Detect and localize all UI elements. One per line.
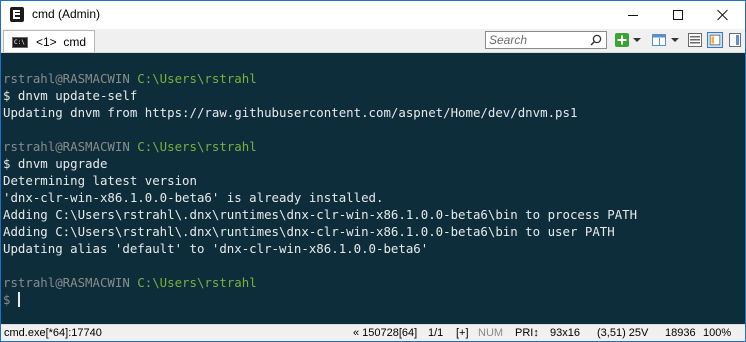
maximize-button[interactable] (655, 1, 700, 29)
view-list-icon[interactable] (687, 32, 703, 48)
console-line: rstrahl@RASMACWIN C:\Users\rstrahl (3, 274, 257, 291)
prompt-symbol: $ (3, 292, 11, 307)
console-line: Updating alias 'default' to 'dnx-clr-win… (3, 241, 429, 256)
tab-cmd[interactable]: C:\ <1> cmd (3, 30, 95, 52)
status-num: NUM (478, 327, 504, 339)
status-pid: 18936 (665, 327, 696, 339)
search-icon[interactable] (590, 34, 602, 46)
minimize-button[interactable] (610, 1, 655, 29)
prompt-user: rstrahl@RASMACWIN (3, 71, 130, 86)
console-line: Updating dnvm from https://raw.githubuse… (3, 105, 578, 120)
view-sidebar-icon[interactable] (727, 32, 743, 48)
search-box[interactable] (485, 31, 607, 49)
status-page: 1/1 (428, 327, 444, 339)
prompt-path: C:\Users\rstrahl (137, 71, 257, 86)
console-line: Adding C:\Users\rstrahl\.dnx\runtimes\dn… (3, 224, 615, 239)
status-position: « 150728[64] (353, 327, 418, 339)
prompt-path: C:\Users\rstrahl (137, 139, 257, 154)
console-line: Adding C:\Users\rstrahl\.dnx\runtimes\dn… (3, 207, 638, 222)
console-window: cmd (Admin) C:\ <1> cmd Search rstrahl@R… (0, 0, 746, 342)
console-input-line[interactable]: $ (3, 291, 21, 308)
cmd-app-icon[interactable] (10, 7, 24, 22)
tab-label: <1> cmd (36, 35, 87, 49)
console-line: Determining latest version (3, 173, 197, 188)
search-input[interactable] (489, 32, 589, 48)
console-line: $ dnvm update-self (3, 88, 138, 103)
chevron-down-icon[interactable] (671, 32, 679, 48)
prompt-user: rstrahl@RASMACWIN (3, 139, 130, 154)
console-tab-icon: C:\ (12, 37, 28, 48)
tab-bar: C:\ <1> cmd (1, 29, 745, 53)
split-pane-icon[interactable] (651, 32, 667, 48)
prompt-path: C:\Users\rstrahl (137, 275, 257, 290)
add-console-icon[interactable] (614, 32, 630, 48)
status-bar: cmd.exe[*64]:17740 « 150728[64] 1/1 [+] … (1, 324, 745, 341)
minimize-icon (627, 14, 638, 16)
close-icon (717, 9, 729, 21)
console-line: $ dnvm upgrade (3, 156, 108, 171)
status-cursor: (3,51) 25V (597, 327, 649, 339)
title-bar[interactable]: cmd (Admin) (1, 1, 745, 29)
status-size: 93x16 (550, 327, 580, 339)
console-line: rstrahl@RASMACWIN C:\Users\rstrahl (3, 70, 257, 87)
window-title: cmd (Admin) (32, 7, 101, 21)
status-zoom: 100% (703, 327, 732, 339)
status-priority: PRI↕ (515, 327, 539, 339)
text-cursor (18, 292, 21, 307)
console-output[interactable]: rstrahl@RASMACWIN C:\Users\rstrahl $ dnv… (1, 53, 745, 324)
status-process: cmd.exe[*64]:17740 (4, 327, 102, 339)
view-panel-icon[interactable] (707, 32, 723, 48)
status-insert: [+] (456, 327, 469, 339)
close-button[interactable] (700, 1, 745, 29)
prompt-user: rstrahl@RASMACWIN (3, 275, 130, 290)
chevron-down-icon[interactable] (633, 32, 641, 48)
maximize-icon (672, 10, 683, 20)
console-line: 'dnx-clr-win-x86.1.0.0-beta6' is already… (3, 190, 384, 205)
console-line: rstrahl@RASMACWIN C:\Users\rstrahl (3, 138, 257, 155)
